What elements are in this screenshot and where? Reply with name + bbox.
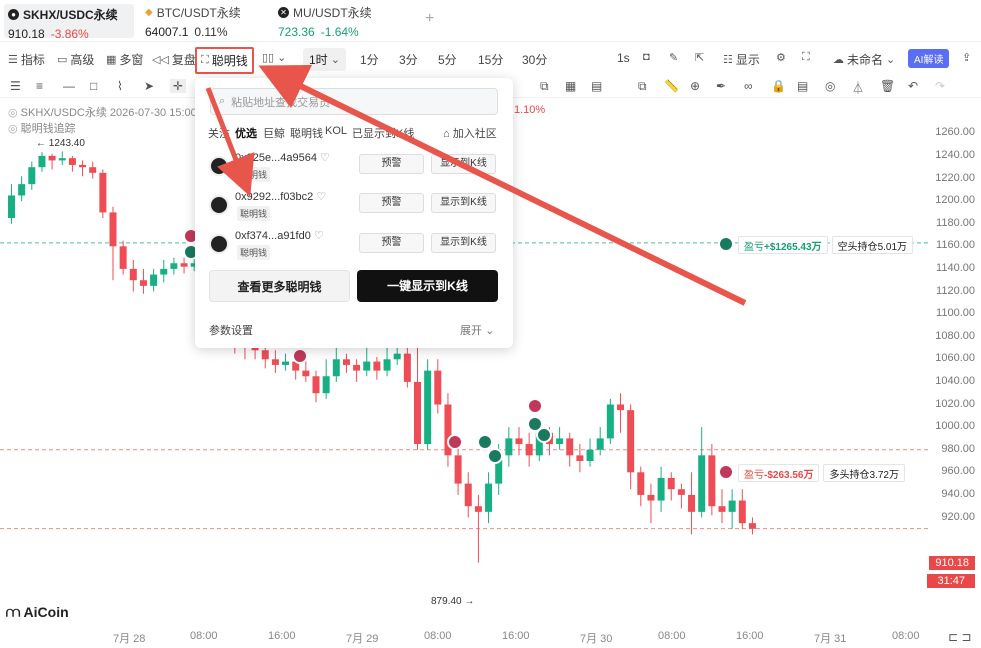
annotation-arrows	[205, 64, 747, 306]
arrow-to-smart-money	[258, 64, 747, 306]
arrow-to-trader	[205, 87, 255, 197]
